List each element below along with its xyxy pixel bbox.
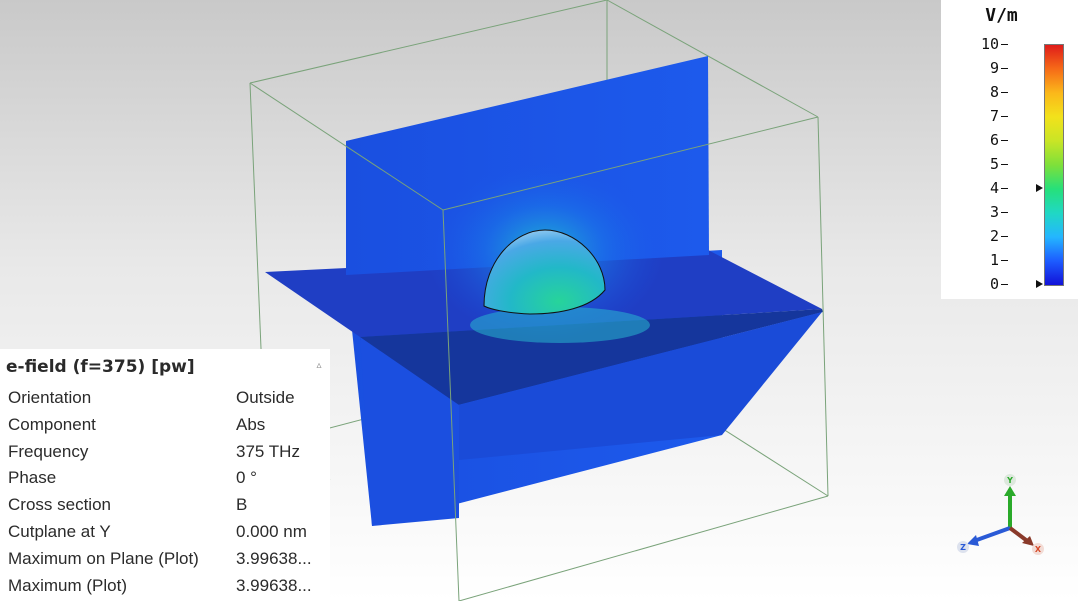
x-axis-arrow: [1008, 526, 1028, 542]
legend-unit: V/m: [985, 5, 1018, 26]
z-axis-arrow: [973, 526, 1011, 543]
legend-tick-mark: [1001, 164, 1008, 165]
legend-tick-mark: [1001, 140, 1008, 141]
legend-tick-mark: [1001, 284, 1008, 285]
legend-tick-label: 6: [989, 131, 999, 149]
property-value: 375 THz: [236, 441, 300, 461]
property-row: Orientation Outside: [0, 385, 330, 412]
colorbar: [1044, 44, 1064, 286]
legend-tick-label: 5: [989, 155, 999, 173]
panel-title: e-field (f=375) [pw]: [6, 357, 195, 377]
property-key: Maximum (Plot): [8, 575, 128, 595]
y-axis-label: Y: [1006, 476, 1013, 485]
legend-tick-mark: [1001, 212, 1008, 213]
property-row: Cross section B: [0, 492, 330, 519]
z-axis-label: Z: [960, 543, 966, 552]
property-row: Frequency 375 THz: [0, 439, 330, 466]
legend-tick-mark: [1001, 68, 1008, 69]
property-row: Component Abs: [0, 412, 330, 439]
legend-tick-label: 4: [989, 179, 999, 197]
property-key: Phase: [8, 468, 57, 488]
legend-tick-mark: [1001, 188, 1008, 189]
x-axis-label: X: [1035, 545, 1042, 554]
property-value: 3.99638...: [236, 548, 312, 568]
property-key: Orientation: [8, 388, 92, 407]
color-legend: V/m 10 9 8 7 6 5 4 3 2 1 0: [941, 0, 1078, 299]
legend-tick-mark: [1001, 236, 1008, 237]
legend-tick-label: 1: [989, 251, 999, 269]
property-row: Maximum on Plane (Plot) 3.99638...: [0, 546, 330, 573]
legend-tick-mark: [1001, 260, 1008, 261]
legend-tick-mark: [1001, 116, 1008, 117]
plot-properties-panel: e-field (f=375) [pw] ▵ Orientation Outsid…: [0, 349, 330, 601]
legend-tick-label: 3: [989, 203, 999, 221]
property-value: 3.99638...: [236, 575, 312, 595]
property-row: Phase 0 °: [0, 465, 330, 492]
property-key: Frequency: [8, 441, 89, 461]
property-key: Cross section: [8, 495, 111, 515]
legend-tick-mark: [1001, 44, 1008, 45]
legend-marker-arrow: [1036, 184, 1043, 192]
property-row: Maximum (Plot) 3.99638...: [0, 573, 330, 600]
property-value: B: [236, 495, 248, 515]
legend-tick-label: 2: [989, 227, 999, 245]
legend-tick-mark: [1001, 92, 1008, 93]
property-value: 0.000 nm: [236, 522, 307, 541]
legend-tick-label: 10: [980, 35, 999, 53]
property-row: Cutplane at Y 0.000 nm: [0, 519, 330, 546]
legend-marker-arrow: [1036, 280, 1043, 288]
legend-tick-label: 9: [989, 59, 999, 77]
axis-triad: Y Z X: [957, 474, 1044, 555]
legend-tick-label: 7: [989, 107, 999, 125]
legend-tick-label: 0: [989, 275, 999, 293]
property-value: Outside: [236, 388, 295, 407]
collapse-icon[interactable]: ▵: [312, 359, 326, 373]
property-key: Maximum on Plane (Plot): [8, 548, 199, 568]
property-value: 0 °: [236, 468, 257, 488]
property-value: Abs: [236, 414, 266, 434]
property-key: Component: [8, 414, 96, 434]
property-key: Cutplane at Y: [8, 522, 111, 541]
legend-tick-label: 8: [989, 83, 999, 101]
